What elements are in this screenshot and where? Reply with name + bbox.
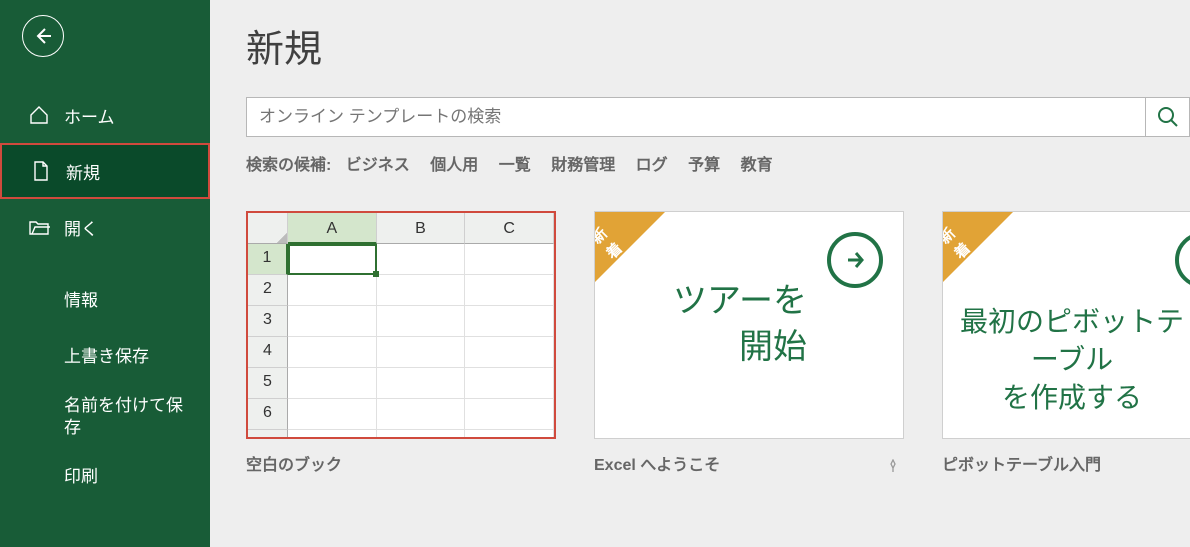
template-excel-welcome[interactable]: 新着 ツアーを 開始 Excel へようこそ xyxy=(594,211,904,475)
sidebar-item-new[interactable]: 新規 xyxy=(0,143,210,199)
template-thumbnail: 新着 最初のピボットテーブル を作成する xyxy=(942,211,1190,439)
search-input[interactable] xyxy=(246,97,1146,137)
cell xyxy=(377,275,466,306)
arrow-right-icon xyxy=(1175,232,1190,288)
suggestion-link[interactable]: ビジネス xyxy=(346,157,410,174)
suggestion-link[interactable]: 一覧 xyxy=(499,157,531,174)
main-area: 新規 検索の候補: ビジネス 個人用 一覧 財務管理 ログ 予算 教育 A B … xyxy=(210,0,1190,547)
cell xyxy=(288,244,377,275)
cell xyxy=(465,244,554,275)
sidebar-sub-saveas[interactable]: 名前を付けて保存 xyxy=(0,385,210,449)
sidebar-sub-label: 印刷 xyxy=(64,466,98,488)
arrow-left-icon xyxy=(32,25,54,47)
document-icon xyxy=(30,160,52,182)
new-badge: 新着 xyxy=(943,212,1013,282)
cell xyxy=(288,399,377,430)
select-all-corner xyxy=(248,213,288,244)
sidebar-sub-print[interactable]: 印刷 xyxy=(0,449,210,505)
suggestion-link[interactable]: ログ xyxy=(636,157,668,174)
col-header: C xyxy=(465,213,554,244)
template-name: Excel へようこそ xyxy=(594,451,904,475)
template-blank-workbook[interactable]: A B C 1 2 3 4 5 6 7 空白のブック xyxy=(246,211,556,475)
cell xyxy=(465,430,554,439)
home-icon xyxy=(28,104,50,126)
suggestion-link[interactable]: 教育 xyxy=(741,157,773,174)
back-button[interactable] xyxy=(22,15,64,57)
sidebar-sub-save[interactable]: 上書き保存 xyxy=(0,329,210,385)
sidebar-item-label: 開く xyxy=(64,215,98,240)
sidebar-sub-label: 情報 xyxy=(64,290,98,312)
cell xyxy=(377,399,466,430)
template-thumbnail: 新着 ツアーを 開始 xyxy=(594,211,904,439)
pin-icon[interactable] xyxy=(886,459,900,473)
cell xyxy=(377,430,466,439)
tour-title: ツアーを 開始 xyxy=(673,279,807,371)
cell xyxy=(288,306,377,337)
cell xyxy=(465,368,554,399)
sidebar-item-home[interactable]: ホーム xyxy=(0,87,210,143)
cell xyxy=(377,306,466,337)
mini-spreadsheet: A B C 1 2 3 4 5 6 7 xyxy=(248,213,554,437)
col-header: B xyxy=(377,213,466,244)
search-suggestions: 検索の候補: ビジネス 個人用 一覧 財務管理 ログ 予算 教育 xyxy=(246,151,1190,175)
row-header: 6 xyxy=(248,399,288,430)
sidebar-sub-label: 名前を付けて保存 xyxy=(64,395,190,439)
pivot-title: 最初のピボットテーブル を作成する xyxy=(943,303,1190,416)
row-header: 5 xyxy=(248,368,288,399)
suggestion-link[interactable]: 予算 xyxy=(688,157,720,174)
cell xyxy=(465,337,554,368)
template-pivot-intro[interactable]: 新着 最初のピボットテーブル を作成する ピボットテーブル入門 xyxy=(942,211,1190,475)
sidebar-sub-label: 上書き保存 xyxy=(64,346,149,368)
col-header: A xyxy=(288,213,377,244)
cell xyxy=(465,275,554,306)
template-name: 空白のブック xyxy=(246,451,556,475)
cell xyxy=(288,337,377,368)
cell xyxy=(288,368,377,399)
folder-icon xyxy=(28,216,50,238)
template-thumbnail: A B C 1 2 3 4 5 6 7 xyxy=(246,211,556,439)
search-row xyxy=(246,97,1190,137)
sidebar-item-label: 新規 xyxy=(66,159,100,184)
row-header: 4 xyxy=(248,337,288,368)
sidebar: ホーム 新規 開く 情報 上書き保存 名前を付けて保存 印刷 xyxy=(0,0,210,547)
row-header: 3 xyxy=(248,306,288,337)
sidebar-sub-info[interactable]: 情報 xyxy=(0,273,210,329)
cell xyxy=(465,399,554,430)
cell xyxy=(377,368,466,399)
arrow-right-icon xyxy=(827,232,883,288)
cell xyxy=(465,306,554,337)
sidebar-item-label: ホーム xyxy=(64,103,115,128)
cell xyxy=(377,244,466,275)
suggestions-label: 検索の候補: xyxy=(246,157,331,174)
row-header: 1 xyxy=(248,244,288,275)
new-badge: 新着 xyxy=(595,212,665,282)
search-button[interactable] xyxy=(1146,97,1190,137)
row-header: 2 xyxy=(248,275,288,306)
suggestion-link[interactable]: 財務管理 xyxy=(551,157,615,174)
cell xyxy=(288,430,377,439)
cell xyxy=(288,275,377,306)
suggestion-link[interactable]: 個人用 xyxy=(430,157,478,174)
sidebar-item-open[interactable]: 開く xyxy=(0,199,210,255)
template-name: ピボットテーブル入門 xyxy=(942,451,1190,475)
search-icon xyxy=(1155,104,1181,130)
row-header: 7 xyxy=(248,430,288,439)
cell xyxy=(377,337,466,368)
templates-grid: A B C 1 2 3 4 5 6 7 空白のブック 新着 xyxy=(246,211,1190,475)
page-title: 新規 xyxy=(246,18,1190,73)
